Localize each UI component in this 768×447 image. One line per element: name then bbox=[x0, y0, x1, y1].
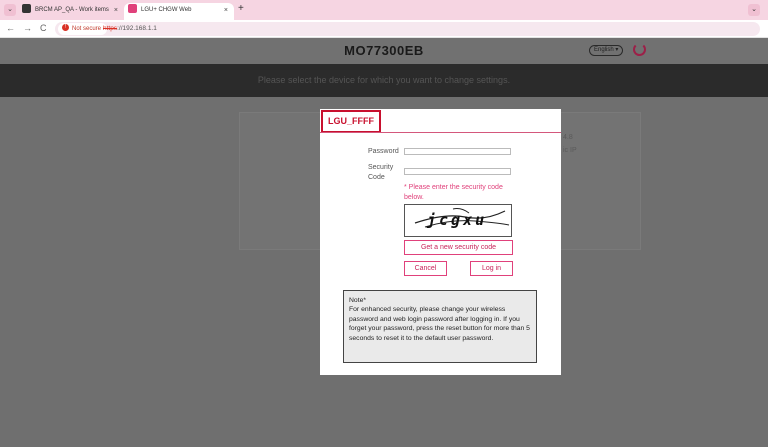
security-code-hint: * Please enter the security code below. bbox=[404, 184, 503, 201]
note-title: Note* bbox=[349, 297, 367, 304]
address-bar: ← → C ! Not secure https://192.168.1.1 bbox=[0, 20, 768, 38]
azure-devops-favicon-icon bbox=[22, 3, 31, 13]
title-divider bbox=[320, 132, 561, 133]
cancel-button[interactable]: Cancel bbox=[404, 261, 447, 276]
refresh-icon[interactable] bbox=[633, 43, 646, 56]
close-tab-icon[interactable]: × bbox=[114, 3, 118, 18]
tab-lgu-chgw[interactable]: LGU+ CHGW Web × bbox=[124, 3, 234, 20]
note-body: For enhanced security, please change you… bbox=[349, 306, 530, 342]
tab-brcm[interactable]: BRCM AP_QA - Work items × bbox=[18, 3, 124, 20]
not-secure-badge[interactable]: ! Not secure bbox=[58, 23, 108, 35]
warning-icon: ! bbox=[62, 24, 69, 32]
security-note: Note* For enhanced security, please chan… bbox=[343, 290, 537, 363]
new-security-code-button[interactable]: Get a new security code bbox=[404, 240, 513, 255]
password-input[interactable] bbox=[404, 148, 511, 155]
url-field[interactable]: ! Not secure https://192.168.1.1 bbox=[55, 22, 760, 36]
banner-text: Please select the device for which you w… bbox=[257, 75, 511, 85]
url-text: https://192.168.1.1 bbox=[103, 25, 157, 32]
language-select[interactable]: English ▾ bbox=[589, 45, 624, 56]
captcha-text: jcgxu bbox=[427, 211, 488, 229]
lgu-favicon-icon bbox=[128, 3, 137, 13]
tab-label: LGU+ CHGW Web bbox=[141, 7, 192, 13]
model-name: MO77300EB bbox=[344, 43, 424, 58]
tab-label: BRCM AP_QA - Work items bbox=[35, 7, 109, 13]
background-text: ic IP bbox=[563, 147, 577, 154]
background-text: 4.8 bbox=[563, 134, 573, 141]
forward-icon[interactable]: → bbox=[23, 23, 32, 33]
security-code-label: Security Code bbox=[368, 164, 394, 181]
tab-list-chevron-icon[interactable]: ⌄ bbox=[748, 4, 760, 16]
modal-title: LGU_FFFF bbox=[321, 110, 381, 133]
reload-icon[interactable]: C bbox=[40, 23, 47, 33]
login-modal: LGU_FFFF Password Security Code * Please… bbox=[320, 109, 561, 375]
browser-tab-bar: ⌄ BRCM AP_QA - Work items × LGU+ CHGW We… bbox=[0, 0, 768, 20]
tab-search-icon[interactable]: ⌄ bbox=[4, 4, 16, 16]
password-label: Password bbox=[368, 148, 399, 155]
device-select-banner: Please select the device for which you w… bbox=[0, 64, 768, 97]
captcha-image: jcgxu bbox=[404, 204, 512, 237]
security-code-input[interactable] bbox=[404, 168, 511, 175]
login-button[interactable]: Log in bbox=[470, 261, 513, 276]
page-header: MO77300EB English ▾ bbox=[0, 38, 768, 64]
new-tab-button[interactable]: + bbox=[238, 3, 244, 14]
back-icon[interactable]: ← bbox=[6, 23, 15, 33]
close-tab-icon[interactable]: × bbox=[224, 3, 228, 18]
